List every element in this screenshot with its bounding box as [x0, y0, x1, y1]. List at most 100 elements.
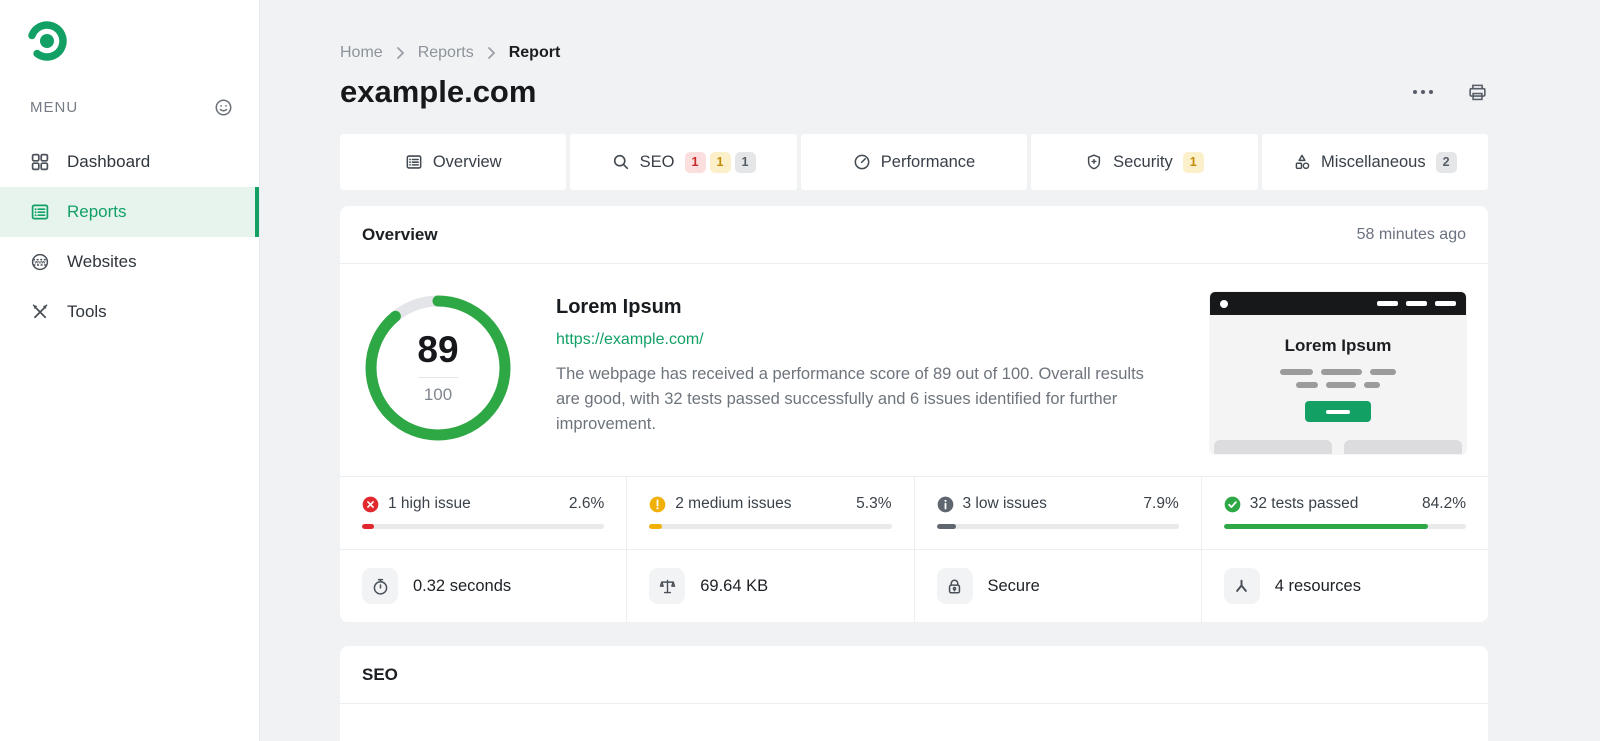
x-circle-icon — [362, 496, 379, 512]
reports-icon — [30, 202, 50, 222]
shapes-icon — [1293, 153, 1311, 171]
chevron-right-icon — [487, 46, 496, 60]
section-title: SEO — [362, 664, 398, 684]
thumbnail-button — [1305, 401, 1371, 422]
tab-label: Security — [1113, 152, 1173, 171]
main-content: Home Reports Report example.com Overview… — [260, 0, 1600, 741]
page-thumbnail: Lorem Ipsum — [1210, 292, 1466, 454]
report-page-title: Lorem Ipsum — [556, 296, 682, 318]
page-title: example.com — [340, 74, 537, 109]
stat-high-issues: 1 high issue 2.6% — [340, 477, 626, 549]
tab-label: Overview — [432, 152, 502, 171]
report-page-url[interactable]: https://example.com/ — [556, 331, 704, 349]
gauge-icon — [853, 153, 871, 171]
issue-stats: 1 high issue 2.6% 2 medium issues 5.3% 3… — [340, 476, 1488, 549]
exclamation-circle-icon — [649, 496, 666, 512]
badge-low: 2 — [1435, 151, 1457, 173]
svg-text:www: www — [34, 260, 46, 265]
metric-page-size: 69.64 KB — [626, 550, 913, 622]
logo-icon — [27, 21, 67, 61]
sidebar-nav: Dashboard Reports www Websites Tools — [0, 137, 259, 337]
breadcrumb-reports[interactable]: Reports — [418, 44, 474, 62]
tab-label: Performance — [880, 152, 976, 171]
score-total: 100 — [423, 385, 453, 404]
progress-bar — [1223, 524, 1466, 529]
progress-bar — [936, 524, 1179, 529]
sidebar-item-label: Tools — [67, 302, 107, 321]
sidebar-item-tools[interactable]: Tools — [0, 287, 259, 337]
metric-label: 0.32 seconds — [413, 576, 512, 595]
stat-percent: 7.9% — [1143, 495, 1179, 512]
metric-security: Secure — [913, 550, 1201, 622]
stat-percent: 5.3% — [856, 495, 892, 512]
progress-bar — [649, 524, 892, 529]
breadcrumb: Home Reports Report — [340, 44, 1488, 62]
sidebar-item-label: Dashboard — [67, 152, 151, 171]
metric-label: 69.64 KB — [700, 576, 769, 595]
stat-label: 1 high issue — [388, 495, 471, 512]
badge-medium: 1 — [709, 151, 731, 173]
badge-low: 1 — [734, 151, 756, 173]
sidebar-item-websites[interactable]: www Websites — [0, 237, 259, 287]
overview-card: Overview 58 minutes ago 89 100 Lorem Ips… — [340, 206, 1488, 622]
badge-medium: 1 — [1182, 151, 1204, 173]
stat-percent: 84.2% — [1422, 495, 1466, 512]
breadcrumb-report: Report — [508, 44, 561, 61]
metric-label: 4 resources — [1274, 576, 1361, 595]
progress-bar — [362, 524, 605, 529]
tab-seo[interactable]: SEO 1 1 1 — [570, 134, 797, 190]
sidebar-item-dashboard[interactable]: Dashboard — [0, 137, 259, 187]
list-icon — [405, 153, 423, 171]
check-circle-icon — [1224, 496, 1241, 512]
websites-icon: www — [30, 252, 50, 272]
stat-tests-passed: 32 tests passed 84.2% — [1200, 477, 1488, 549]
tab-overview[interactable]: Overview — [340, 134, 567, 190]
account-icon[interactable] — [214, 98, 233, 117]
thumbnail-heading: Lorem Ipsum — [1284, 336, 1392, 355]
sidebar: MENU Dashboard Reports www Websites Tool… — [0, 0, 260, 741]
stat-label: 3 low issues — [962, 495, 1047, 512]
metric-resources: 4 resources — [1200, 550, 1488, 622]
metrics: 0.32 seconds 69.64 KB Secure 4 resources — [340, 549, 1488, 622]
app-window: MENU Dashboard Reports www Websites Tool… — [0, 0, 1600, 741]
info-circle-icon — [937, 496, 953, 512]
lock-icon — [936, 568, 973, 604]
app-logo[interactable] — [0, 0, 259, 64]
print-button[interactable] — [1467, 82, 1488, 103]
printer-icon — [1469, 84, 1486, 100]
tab-performance[interactable]: Performance — [800, 134, 1028, 190]
tab-label: Miscellaneous — [1321, 152, 1426, 171]
menu-label: MENU — [30, 99, 79, 116]
report-timestamp: 58 minutes ago — [1356, 225, 1466, 243]
score-value: 89 — [417, 329, 459, 370]
report-summary: The webpage has received a performance s… — [556, 365, 1144, 433]
seo-card: SEO — [340, 646, 1488, 741]
resources-icon — [1223, 568, 1260, 604]
section-title: Overview — [362, 224, 438, 244]
tab-miscellaneous[interactable]: Miscellaneous 2 — [1261, 134, 1489, 190]
sidebar-item-reports[interactable]: Reports — [0, 187, 259, 237]
stat-label: 32 tests passed — [1249, 495, 1359, 512]
report-tabs: Overview SEO 1 1 1 Performance Security … — [340, 134, 1489, 190]
score-gauge: 89 100 — [362, 292, 514, 444]
chevron-right-icon — [396, 46, 405, 60]
stat-medium-issues: 2 medium issues 5.3% — [626, 477, 913, 549]
weight-icon — [649, 568, 686, 604]
sidebar-item-label: Websites — [67, 252, 137, 271]
more-options-button[interactable] — [1409, 86, 1437, 98]
stat-label: 2 medium issues — [675, 495, 792, 512]
stat-low-issues: 3 low issues 7.9% — [913, 477, 1201, 549]
sidebar-item-label: Reports — [67, 202, 127, 221]
thumbnail-browser-bar — [1210, 292, 1466, 315]
shield-icon — [1085, 153, 1103, 171]
dashboard-icon — [30, 152, 50, 172]
metric-label: Secure — [987, 576, 1040, 595]
metric-load-time: 0.32 seconds — [340, 550, 626, 622]
tab-security[interactable]: Security 1 — [1031, 134, 1258, 190]
badge-high: 1 — [684, 151, 706, 173]
tools-icon — [30, 302, 50, 322]
tab-label: SEO — [639, 152, 675, 171]
breadcrumb-home[interactable]: Home — [340, 44, 383, 62]
search-icon — [612, 153, 630, 171]
stopwatch-icon — [362, 568, 398, 604]
